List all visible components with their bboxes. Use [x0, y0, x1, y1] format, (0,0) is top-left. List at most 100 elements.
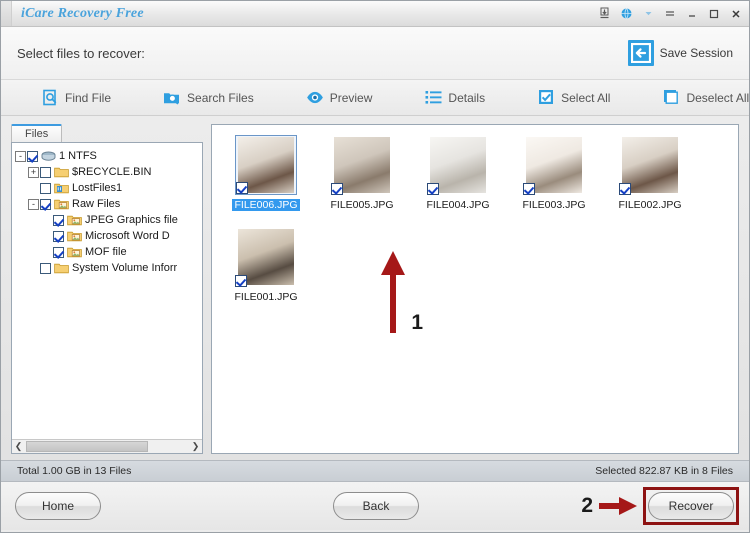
- tree-node-checkbox[interactable]: [53, 246, 64, 258]
- tree-node[interactable]: JPEG Graphics file: [15, 212, 199, 228]
- folder-icon: [67, 214, 82, 227]
- menu-icon[interactable]: [663, 7, 677, 21]
- tree-node-checkbox[interactable]: [53, 214, 64, 226]
- annotation-step-2-arrow-icon: [599, 497, 637, 515]
- thumbnail-item[interactable]: FILE001.JPG: [218, 227, 314, 303]
- find-file-icon: [41, 89, 59, 107]
- toolbar-preview-label: Preview: [329, 90, 373, 105]
- scroll-thumb[interactable]: [26, 441, 148, 452]
- tree-node-label: LostFiles1: [72, 182, 123, 194]
- tree-horizontal-scrollbar[interactable]: ❮ ❯: [12, 439, 202, 453]
- close-button[interactable]: [729, 7, 743, 21]
- thumbnail-checkbox[interactable]: [236, 182, 248, 194]
- collapse-icon[interactable]: -: [15, 150, 26, 162]
- page-header: Select files to recover: Save Session: [1, 27, 749, 80]
- folder-icon: [67, 230, 82, 243]
- annotation-step-2-number: 2: [581, 494, 593, 517]
- tree-node-checkbox[interactable]: [40, 198, 51, 210]
- thumbnail-item[interactable]: FILE006.JPG: [218, 135, 314, 211]
- thumbnail-filename: FILE002.JPG: [618, 199, 682, 211]
- toolbar-details[interactable]: Details: [424, 89, 485, 107]
- thumbnail-grid: FILE006.JPG FILE005.JPG FILE004.JPG FILE003…: [218, 135, 732, 319]
- tree-node-label: JPEG Graphics file: [85, 214, 178, 226]
- thumbnail-checkbox[interactable]: [523, 183, 535, 195]
- thumbnail-checkbox[interactable]: [331, 183, 343, 195]
- tree-node-label: Microsoft Word D: [85, 230, 170, 242]
- tree-node-label: MOF file: [85, 246, 127, 258]
- minimize-button[interactable]: [685, 7, 699, 21]
- thumbnail-checkbox[interactable]: [427, 183, 439, 195]
- title-bar: iCare Recovery Free: [1, 1, 749, 27]
- thumbnail-filename: FILE005.JPG: [330, 199, 394, 211]
- window-controls: [597, 1, 743, 26]
- thumbnail-image-wrap: [523, 135, 585, 195]
- thumbnail-item[interactable]: FILE004.JPG: [410, 135, 506, 211]
- search-files-icon: [163, 89, 181, 107]
- tree-node[interactable]: - Raw Files: [15, 196, 199, 212]
- file-thumbnail-panel[interactable]: FILE006.JPG FILE005.JPG FILE004.JPG FILE003…: [211, 124, 739, 454]
- recover-button[interactable]: Recover: [648, 492, 734, 520]
- tab-strip: Files: [11, 124, 203, 142]
- toolbar-find-file[interactable]: Find File: [41, 89, 111, 107]
- file-tree[interactable]: - 1 NTFS + $RECYCLE.BIN LostFiles1 - Raw Files…: [11, 142, 203, 454]
- toolbar-preview[interactable]: Preview: [306, 89, 373, 107]
- thumbnail-item[interactable]: FILE005.JPG: [314, 135, 410, 211]
- folder-icon: [54, 182, 69, 195]
- tree-node-checkbox[interactable]: [40, 166, 51, 178]
- status-selected: Selected 822.87 KB in 8 Files: [595, 465, 733, 477]
- tab-files[interactable]: Files: [11, 124, 63, 142]
- tree-node-checkbox[interactable]: [40, 182, 51, 194]
- maximize-button[interactable]: [707, 7, 721, 21]
- tree-node[interactable]: MOF file: [15, 244, 199, 260]
- expand-icon[interactable]: +: [28, 166, 39, 178]
- chevron-down-icon[interactable]: [641, 7, 655, 21]
- toolbar-search-files[interactable]: Search Files: [163, 89, 254, 107]
- preview-eye-icon: [306, 89, 324, 107]
- save-session-label: Save Session: [659, 46, 733, 60]
- thumbnail-image-wrap: [235, 227, 297, 287]
- folder-icon: [54, 198, 69, 211]
- toolbar-deselect-all[interactable]: Deselect All: [662, 89, 749, 107]
- collapse-icon[interactable]: -: [28, 198, 39, 210]
- folder-icon: [54, 166, 69, 179]
- thumbnail-filename: FILE004.JPG: [426, 199, 490, 211]
- select-all-checkbox-icon: [537, 89, 555, 107]
- thumbnail-image-wrap: [235, 135, 297, 195]
- tree-node[interactable]: System Volume Inforr: [15, 260, 199, 276]
- thumbnail-image-wrap: [331, 135, 393, 195]
- status-bar: Total 1.00 GB in 13 Files Selected 822.8…: [1, 460, 749, 482]
- home-button[interactable]: Home: [15, 492, 101, 520]
- tree-node[interactable]: Microsoft Word D: [15, 228, 199, 244]
- download-icon[interactable]: [597, 7, 611, 21]
- save-session-button[interactable]: Save Session: [627, 40, 733, 66]
- thumbnail-checkbox[interactable]: [235, 275, 247, 287]
- tree-node-checkbox[interactable]: [27, 150, 38, 162]
- title-accent-strip: [1, 1, 12, 26]
- thumbnail-item[interactable]: FILE002.JPG: [602, 135, 698, 211]
- tree-node-checkbox[interactable]: [40, 262, 51, 274]
- toolbar-find-file-label: Find File: [65, 90, 112, 105]
- toolbar-select-all[interactable]: Select All: [537, 89, 610, 107]
- globe-icon[interactable]: [619, 7, 633, 21]
- tree-node-label: 1 NTFS: [59, 150, 97, 162]
- tree-node[interactable]: - 1 NTFS: [15, 148, 199, 164]
- tree-node[interactable]: LostFiles1: [15, 180, 199, 196]
- folder-icon: [67, 246, 82, 259]
- drive-icon: [41, 150, 56, 163]
- tree-node-label: System Volume Inforr: [72, 262, 178, 274]
- thumbnail-item[interactable]: FILE003.JPG: [506, 135, 602, 211]
- scroll-right-icon[interactable]: ❯: [189, 441, 202, 452]
- tree-node-checkbox[interactable]: [53, 230, 64, 242]
- status-total: Total 1.00 GB in 13 Files: [17, 465, 132, 477]
- tree-node[interactable]: + $RECYCLE.BIN: [15, 164, 199, 180]
- back-button[interactable]: Back: [333, 492, 419, 520]
- scroll-left-icon[interactable]: ❮: [12, 441, 25, 452]
- thumbnail-checkbox[interactable]: [619, 183, 631, 195]
- file-tree-panel: Files - 1 NTFS + $RECYCLE.BIN LostFiles1 - Raw…: [11, 124, 203, 454]
- toolbar-select-all-label: Select All: [561, 90, 611, 105]
- thumbnail-filename: FILE006.JPG: [232, 199, 300, 211]
